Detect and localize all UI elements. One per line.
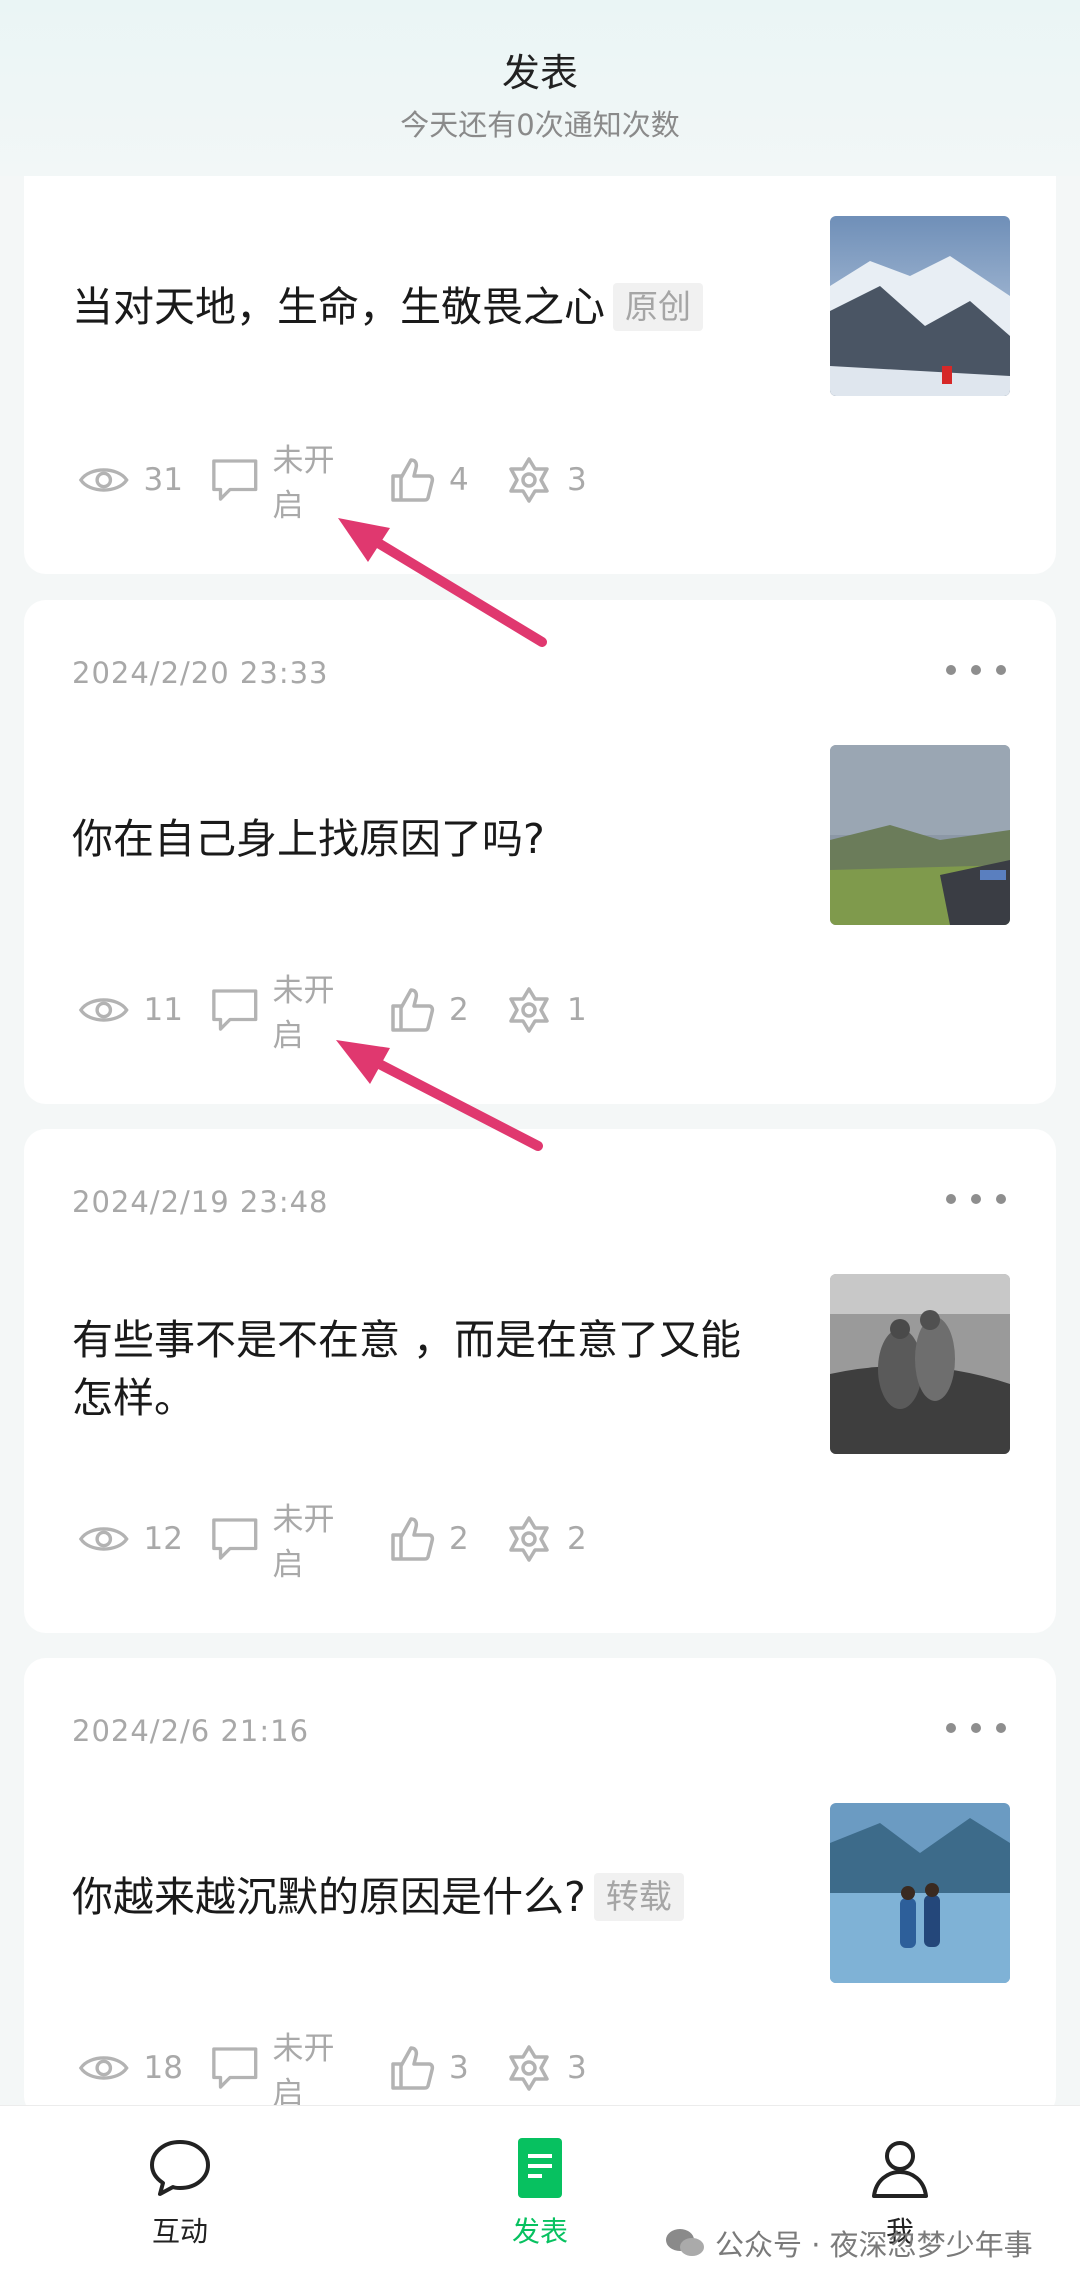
post-stats: 18 未开启 3 3 <box>78 2031 587 2112</box>
views-stat: 12 <box>78 1519 183 1559</box>
wechat-icon <box>666 2229 704 2256</box>
comment-icon <box>212 989 258 1031</box>
share-icon <box>509 987 549 1033</box>
annotation-arrow <box>336 1040 543 1151</box>
likes-stat[interactable]: 4 <box>389 456 477 504</box>
post-stats: 12 未开启 2 2 <box>78 1502 587 1583</box>
watermark: 公众号 · 夜深忽梦少年事 <box>665 2222 1033 2264</box>
shares-stat[interactable]: 3 <box>505 456 587 504</box>
post-thumbnail <box>830 1274 1010 1454</box>
annotation-arrow <box>338 518 547 647</box>
post-title: 你在自己身上找原因了吗? <box>72 815 545 863</box>
comment-stat[interactable]: 未开启 <box>211 2023 361 2113</box>
notification-quota-text: 今天还有0次通知次数 <box>400 108 680 142</box>
post-card[interactable]: 2024/2/6 21:16 你越来越沉默的原因是什么? 转载 18 未开启 3 3 <box>24 1658 1056 2118</box>
like-icon <box>391 458 435 502</box>
shares-stat[interactable]: 1 <box>505 986 587 1034</box>
post-title: 有些事不是不在意 ，而是在意了又能怎样。 <box>72 1316 742 1422</box>
views-icon <box>78 998 129 1022</box>
views-stat: 31 <box>78 460 183 500</box>
views-icon <box>78 468 129 492</box>
share-icon <box>509 2045 549 2091</box>
post-thumbnail <box>830 745 1010 925</box>
post-thumbnail <box>830 1803 1010 1983</box>
post-card[interactable]: 2024/2/19 23:48 有些事不是不在意 ，而是在意了又能怎样。 12 未… <box>24 1129 1056 1633</box>
post-date: 2024/2/20 23:33 <box>72 656 329 690</box>
document-icon <box>518 2138 562 2198</box>
share-icon <box>509 1516 549 1562</box>
more-icon[interactable] <box>946 660 1006 680</box>
post-date: 2024/2/6 21:16 <box>72 1714 310 1748</box>
post-title: 你越来越沉默的原因是什么? 转载 <box>72 1868 762 1926</box>
views-icon <box>78 2056 129 2080</box>
tab-publish[interactable]: 发表 <box>440 2136 640 2250</box>
tab-label: 发表 <box>511 2215 568 2248</box>
likes-stat[interactable]: 2 <box>389 1515 477 1563</box>
like-icon <box>391 2046 435 2090</box>
views-stat: 11 <box>78 990 183 1030</box>
page-header: 发表 今天还有0次通知次数 <box>0 0 1080 176</box>
more-icon[interactable] <box>946 1718 1006 1738</box>
tab-label: 互动 <box>151 2215 208 2248</box>
person-icon <box>872 2141 928 2198</box>
views-icon <box>78 1527 129 1551</box>
post-date: 2024/2/19 23:48 <box>72 1185 329 1219</box>
post-thumbnail <box>830 216 1010 396</box>
comment-icon <box>212 1518 258 1560</box>
original-tag: 原创 <box>613 283 703 331</box>
comment-stat[interactable]: 未开启 <box>211 1494 361 1584</box>
shares-stat[interactable]: 3 <box>505 2044 587 2092</box>
share-icon <box>509 457 549 503</box>
comment-icon <box>212 2047 258 2089</box>
tab-interaction[interactable]: 互动 <box>80 2136 280 2250</box>
views-stat: 18 <box>78 2048 183 2088</box>
comment-icon <box>212 459 258 501</box>
shares-stat[interactable]: 2 <box>505 1515 587 1563</box>
like-icon <box>391 1517 435 1561</box>
like-icon <box>391 988 435 1032</box>
chat-bubble-icon <box>150 2140 210 2196</box>
likes-stat[interactable]: 3 <box>389 2044 477 2092</box>
likes-stat[interactable]: 2 <box>389 986 477 1034</box>
more-icon[interactable] <box>946 1189 1006 1209</box>
post-title: 当对天地，生命，生敬畏之心 原创 <box>72 278 762 336</box>
repost-tag: 转载 <box>593 1873 684 1921</box>
page-title: 发表 <box>501 51 578 95</box>
